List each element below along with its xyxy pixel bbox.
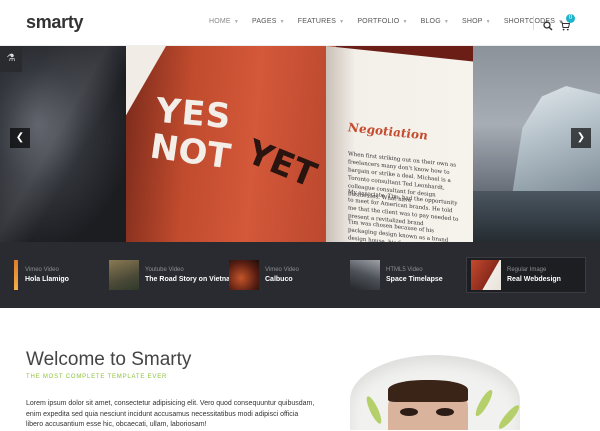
thumbnail-image [471, 260, 501, 290]
nav-item-label: PAGES [251, 18, 277, 25]
nav-item-shop[interactable]: SHOP ▼ [462, 18, 491, 25]
nav-item-label: PORTFOLIO [357, 18, 400, 25]
nav-item-label: FEATURES [297, 18, 337, 25]
welcome-title: Welcome to Smarty [26, 349, 192, 370]
main-nav: HOME ▼ PAGES ▼ FEATURES ▼ PORTFOLIO ▼ BLOG ▼ … [209, 18, 576, 25]
thumbnail-item[interactable]: HTML5 Video Space Timelapse [350, 260, 443, 290]
chevron-right-icon[interactable]: ❯ [571, 128, 591, 148]
thumbnail-image [229, 260, 259, 290]
thumbnail-item[interactable]: Vimeo Video Hola Llamigo [14, 260, 69, 290]
thumbnail-title: The Road Story on Vietnam [145, 275, 237, 283]
thumbnail-title: Hola Llamigo [25, 275, 69, 283]
slider-thumbnails: Vimeo Video Hola Llamigo Youtube Video The… [0, 242, 600, 308]
eye [436, 408, 454, 416]
hair [388, 380, 468, 402]
chevron-down-icon: ▼ [485, 18, 491, 25]
chevron-down-icon: ▼ [402, 18, 408, 25]
nav-item-label: SHOP [462, 18, 483, 25]
thumbnail-type: Vimeo Video [25, 266, 59, 273]
thumbnail-item-active[interactable]: Regular Image Real Webdesign [466, 257, 586, 293]
thumbnail-image [350, 260, 380, 290]
nav-item-features[interactable]: FEATURES ▼ [298, 18, 345, 25]
thumbnail-type: Youtube Video [145, 266, 184, 273]
thumbnail-image [14, 260, 18, 290]
welcome-body: Lorem ipsum dolor sit amet, consectetur … [26, 400, 315, 428]
hero-slider[interactable]: YES NOT YET Negotiation When first strik… [0, 46, 600, 242]
thumbnail-title: Real Webdesign [507, 275, 561, 283]
sea [473, 191, 600, 242]
thumbnail-type: HTML5 Video [386, 266, 423, 273]
nav-item-portfolio[interactable]: PORTFOLIO ▼ [357, 18, 407, 25]
book-cover-page: YES NOT YET [126, 46, 336, 242]
thumbnail-type: Regular Image [507, 266, 547, 273]
nav-item-label: HOME [209, 18, 231, 25]
thumbnail-item[interactable]: Vimeo Video Calbuco [229, 260, 299, 290]
chevron-left-icon[interactable]: ❮ [10, 128, 30, 148]
nav-item-label: BLOG [420, 18, 441, 25]
book-heading: Negotiation [348, 120, 428, 143]
site-logo[interactable]: smarty [26, 12, 84, 33]
nav-divider [533, 16, 534, 30]
site-header: smarty HOME ▼ PAGES ▼ FEATURES ▼ PORTFOLIO ▼… [0, 0, 600, 46]
slide-image-book: YES NOT YET Negotiation When first strik… [126, 46, 473, 242]
cart-count-badge: 0 [566, 14, 575, 23]
thumbnail-title: Calbuco [265, 275, 293, 283]
nav-item-pages[interactable]: PAGES ▼ [252, 18, 285, 25]
chevron-down-icon: ▼ [339, 18, 345, 25]
chevron-down-icon: ▼ [443, 18, 450, 25]
thumbnail-item[interactable]: Youtube Video The Road Story on Vietnam [109, 260, 236, 290]
book-text-page: Negotiation When first striking out on t… [326, 46, 473, 242]
flask-icon[interactable]: ⚗ [0, 46, 22, 72]
eye [400, 408, 418, 416]
chevron-down-icon: ▼ [233, 18, 239, 25]
torn-paper-photo [330, 340, 540, 430]
nav-item-home[interactable]: HOME ▼ [209, 18, 239, 25]
book-word-yet: YET [241, 132, 322, 196]
thumbnail-image [109, 260, 139, 290]
nav-item-blog[interactable]: BLOG ▼ [421, 18, 449, 25]
thumbnail-title: Space Timelapse [386, 275, 443, 283]
thumbnail-type: Vimeo Video [265, 266, 299, 273]
chevron-down-icon: ▼ [279, 18, 285, 25]
welcome-subtitle: THE MOST COMPLETE TEMPLATE EVER [26, 374, 168, 380]
search-icon[interactable] [543, 18, 553, 36]
